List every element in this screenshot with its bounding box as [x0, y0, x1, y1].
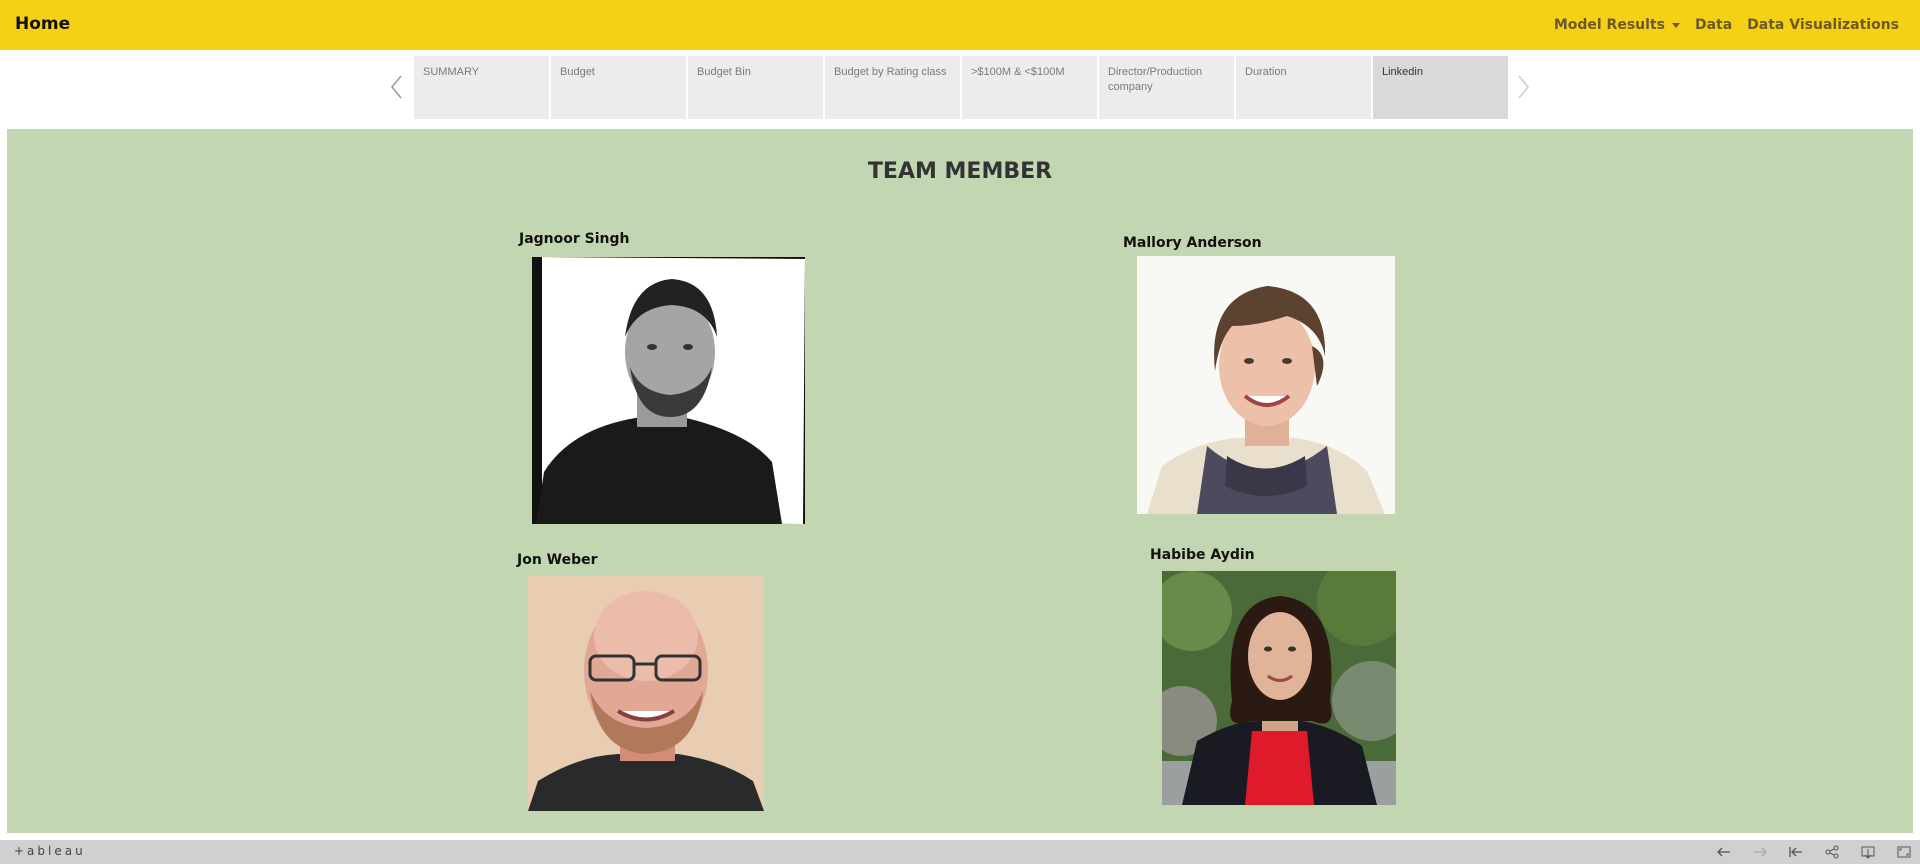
- data-visualizations-link[interactable]: Data Visualizations: [1747, 17, 1899, 33]
- tab-budget[interactable]: Budget: [551, 56, 686, 119]
- toolbar-icons: [1716, 844, 1912, 860]
- photo-mallory-anderson[interactable]: [1137, 256, 1395, 514]
- download-icon[interactable]: [1860, 844, 1876, 860]
- photo-jagnoor-singh[interactable]: [532, 257, 805, 524]
- member-name-mallory-anderson: Mallory Anderson: [1123, 235, 1262, 251]
- member-name-habibe-aydin: Habibe Aydin: [1150, 547, 1255, 563]
- data-link[interactable]: Data: [1695, 17, 1732, 33]
- scroll-left-arrow-icon[interactable]: [388, 72, 406, 102]
- revert-icon[interactable]: [1788, 844, 1804, 860]
- redo-icon[interactable]: [1752, 844, 1768, 860]
- fullscreen-icon[interactable]: [1896, 844, 1912, 860]
- share-icon[interactable]: [1824, 844, 1840, 860]
- sheet-tabs: SUMMARY Budget Budget Bin Budget by Rati…: [414, 56, 1508, 119]
- undo-icon[interactable]: [1716, 844, 1732, 860]
- dashboard-title: TEAM MEMBER: [867, 159, 1053, 184]
- home-link[interactable]: Home: [15, 14, 70, 34]
- top-navbar: Home Model Results Data Data Visualizati…: [0, 0, 1920, 50]
- team-dashboard: TEAM MEMBER Jagnoor Singh Mallory Anders…: [7, 129, 1913, 833]
- tableau-logo[interactable]: +ableau: [14, 844, 86, 858]
- photo-jon-weber[interactable]: [528, 576, 764, 811]
- caret-down-icon: [1671, 22, 1680, 28]
- nav-links: Model Results Data Data Visualizations: [1554, 17, 1899, 33]
- tab-summary[interactable]: SUMMARY: [414, 56, 549, 119]
- tableau-toolbar: +ableau: [0, 840, 1920, 864]
- tab-director-production-company[interactable]: Director/Production company: [1099, 56, 1234, 119]
- model-results-label: Model Results: [1553, 17, 1665, 33]
- model-results-dropdown[interactable]: Model Results: [1554, 17, 1680, 33]
- tab-budget-by-rating-class[interactable]: Budget by Rating class: [825, 56, 960, 119]
- member-name-jagnoor-singh: Jagnoor Singh: [519, 231, 630, 247]
- tab-linkedin[interactable]: Linkedin: [1373, 56, 1508, 119]
- member-name-jon-weber: Jon Weber: [517, 552, 598, 568]
- tab-duration[interactable]: Duration: [1236, 56, 1371, 119]
- tab-budget-bin[interactable]: Budget Bin: [688, 56, 823, 119]
- tab-over-under-100m[interactable]: >$100M & <$100M: [962, 56, 1097, 119]
- photo-habibe-aydin[interactable]: [1162, 571, 1396, 805]
- scroll-right-arrow-icon[interactable]: [1514, 72, 1532, 102]
